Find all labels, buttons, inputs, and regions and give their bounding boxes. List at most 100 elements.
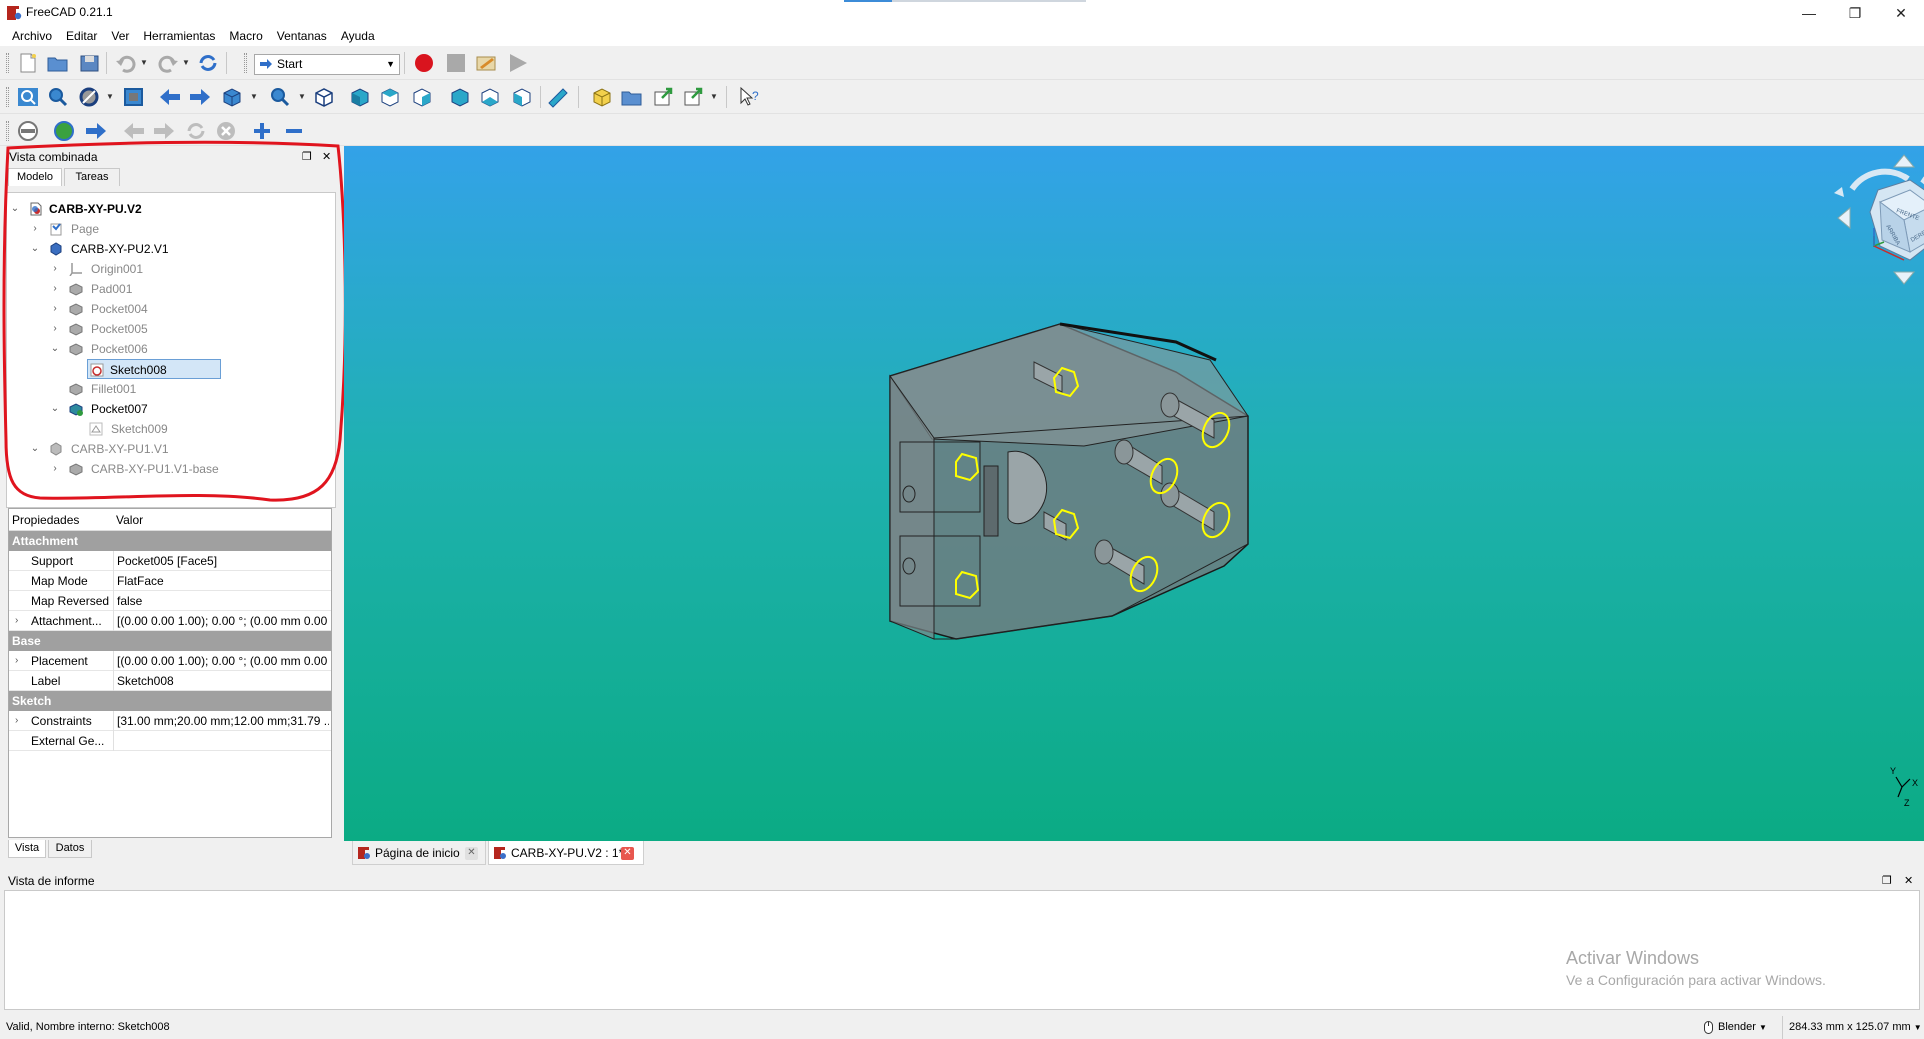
menu-ventanas[interactable]: Ventanas [270,26,334,46]
web-stop-icon[interactable] [214,120,238,142]
fit-all-icon[interactable] [16,86,40,108]
mouse-icon [1704,1021,1713,1034]
draw-style-icon[interactable] [78,86,102,108]
bottom-view-icon[interactable] [478,86,502,108]
navigation-cube[interactable]: FRENTE DERECHA ARRIBA [1834,154,1924,285]
property-header: Propiedades Valor [9,509,331,531]
prop-support[interactable]: Support Pocket005 [Face5] [9,551,331,571]
restore-button[interactable]: ❐ [1832,0,1878,26]
prop-placement[interactable]: › Placement [(0.00 0.00 1.00); 0.00 °; (0.… [9,651,331,671]
red-annotation-outline [2,140,347,502]
undo-icon[interactable] [114,52,138,74]
zoom-out-icon[interactable] [282,120,306,142]
menu-ver[interactable]: Ver [104,26,136,46]
prop-constraints[interactable]: › Constraints [31.00 mm;20.00 mm;12.00 mm;… [9,711,331,731]
chevron-down-icon: ▼ [1913,1023,1922,1032]
prop-attachment-offset[interactable]: › Attachment... [(0.00 0.00 1.00); 0.00 °;… [9,611,331,631]
web-home-icon[interactable] [16,120,40,142]
open-folder-icon[interactable] [46,52,70,74]
toolbar-file: ▼ ▼ Start ▼ [0,46,1924,80]
report-view-header: Vista de informe ❐ ✕ [0,872,1924,890]
globe-icon[interactable] [52,120,76,142]
value-col-header: Valor [116,513,144,527]
zoom-icon[interactable] [268,86,292,108]
close-tab-icon[interactable]: ✕ [465,847,478,860]
web-refresh-icon[interactable] [184,120,208,142]
right-view-icon[interactable] [410,86,434,108]
menu-herramientas[interactable]: Herramientas [136,26,222,46]
menu-archivo[interactable]: Archivo [0,26,59,46]
3d-viewport[interactable]: FRENTE DERECHA ARRIBA Y X Z [344,146,1924,841]
chevron-right-icon[interactable]: › [15,611,18,631]
front-view-icon[interactable] [348,86,372,108]
workbench-selector[interactable]: Start ▼ [254,54,400,75]
svg-text:?: ? [752,89,759,103]
prop-label[interactable]: Label Sketch008 [9,671,331,691]
rear-view-icon[interactable] [448,86,472,108]
create-group-icon[interactable] [620,86,644,108]
toolbar-grip[interactable] [6,53,9,73]
menu-editar[interactable]: Editar [59,26,104,46]
chevron-right-icon[interactable]: › [15,651,18,671]
document-tabs: Página de inicio ✕ CARB-XY-PU.V2 : 1* ✕ [344,841,1924,865]
prop-external-geometry[interactable]: External Ge... [9,731,331,751]
prop-map-mode[interactable]: Map Mode FlatFace [9,571,331,591]
isometric-view-icon[interactable] [312,86,336,108]
macro-edit-icon[interactable] [474,52,498,74]
close-panel-icon[interactable]: ✕ [1904,872,1913,890]
dimension-readout[interactable]: 284.33 mm x 125.07 mm ▼ [1782,1016,1922,1039]
close-tab-icon[interactable]: ✕ [621,847,634,860]
macro-stop-icon[interactable] [444,52,468,74]
left-view-icon[interactable] [510,86,534,108]
measure-icon[interactable] [546,86,570,108]
property-col-header: Propiedades [12,513,80,527]
menu-bar: Archivo Editar Ver Herramientas Macro Ventana… [0,26,1924,46]
toolbar-view: ▼ ▼ ▼ ▼ ? [0,80,1924,114]
tab-document[interactable]: CARB-XY-PU.V2 : 1* ✕ [488,841,644,865]
axis-label-z: Z [1904,798,1910,808]
menu-ayuda[interactable]: Ayuda [334,26,382,46]
minimize-button[interactable]: — [1786,0,1832,26]
taskbar-accent-secondary [892,0,1086,2]
new-document-icon[interactable] [16,52,40,74]
create-part-icon[interactable] [590,86,614,108]
window-title: FreeCAD 0.21.1 [26,5,113,19]
status-message: Valid, Nombre interno: Sketch008 [6,1021,170,1033]
link-actions-icon[interactable] [682,86,706,108]
tab-vista[interactable]: Vista [8,840,46,858]
prop-map-reversed[interactable]: Map Reversed false [9,591,331,611]
redo-icon[interactable] [156,52,180,74]
group-sketch[interactable]: Sketch [9,691,331,711]
tab-label: Página de inicio [375,846,460,860]
zoom-in-icon[interactable] [250,120,274,142]
float-panel-icon[interactable]: ❐ [1882,872,1892,890]
save-icon[interactable] [78,52,102,74]
whats-this-icon[interactable]: ? [738,86,762,108]
menu-macro[interactable]: Macro [222,26,269,46]
windows-activation-title: Activar Windows [1566,948,1700,968]
macro-run-icon[interactable] [506,52,530,74]
group-base[interactable]: Base [9,631,331,651]
close-window-button[interactable]: ✕ [1878,0,1924,26]
undo-dropdown-icon[interactable]: ▼ [140,58,148,67]
navigation-style-selector[interactable]: Blender ▼ [1700,1016,1767,1039]
redo-dropdown-icon[interactable]: ▼ [182,58,190,67]
fit-selection-icon[interactable] [46,86,70,108]
std-views-icon[interactable] [220,86,244,108]
property-tabs: Vista Datos [6,840,336,858]
web-back-icon[interactable] [122,120,146,142]
make-link-icon[interactable] [652,86,676,108]
chevron-right-icon[interactable]: › [15,711,18,731]
back-arrow-icon[interactable] [158,86,182,108]
bounding-box-icon[interactable] [122,86,146,108]
go-arrow-icon[interactable] [84,120,108,142]
web-forward-icon[interactable] [152,120,176,142]
macro-record-icon[interactable] [412,52,436,74]
tab-datos[interactable]: Datos [48,840,92,858]
status-bar: Valid, Nombre interno: Sketch008 Blender… [0,1016,1924,1039]
group-attachment[interactable]: Attachment [9,531,331,551]
refresh-icon[interactable] [196,52,220,74]
forward-arrow-icon[interactable] [188,86,212,108]
top-view-icon[interactable] [378,86,402,108]
tab-start-page[interactable]: Página de inicio ✕ [352,841,486,865]
